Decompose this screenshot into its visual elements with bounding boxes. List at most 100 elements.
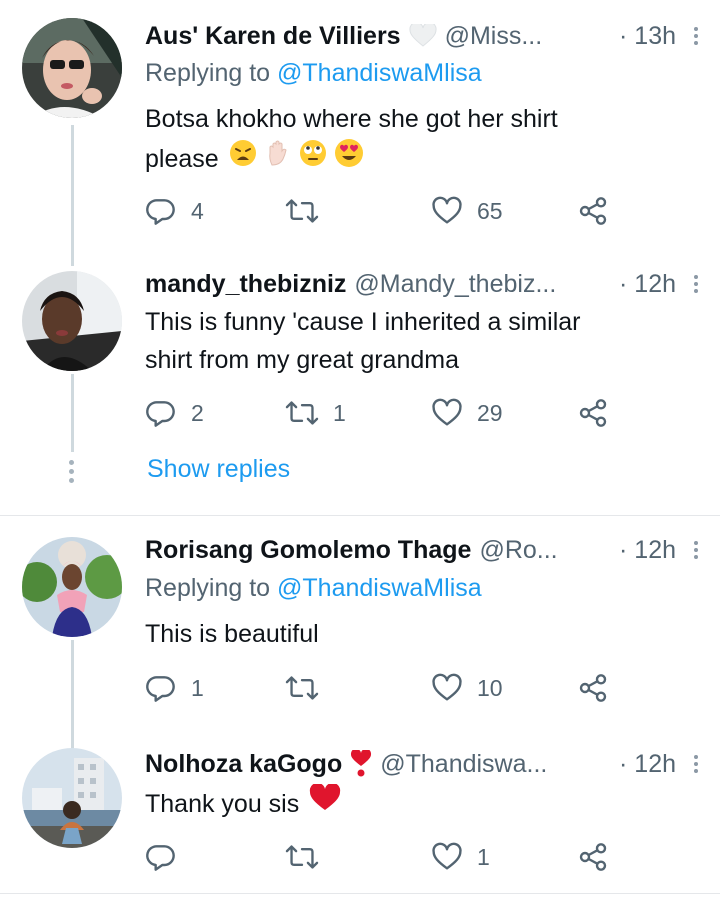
tweet-header: Aus' Karen de Villiers @Miss... · 13h <box>145 19 698 53</box>
like-count: 65 <box>477 197 503 224</box>
share-icon <box>579 674 607 702</box>
tweet-text-line: Botsa khokho where she got her shirt <box>145 105 558 133</box>
avatar[interactable] <box>22 537 122 637</box>
display-name[interactable]: Rorisang Gomolemo Thage <box>145 536 471 565</box>
timestamp[interactable]: · 12h <box>619 750 676 779</box>
tweet-header: Nolhoza kaGogo @Thandiswa... · 12h <box>145 747 698 781</box>
retweet-icon <box>285 845 319 869</box>
reply-count: 2 <box>191 399 204 426</box>
tweet-text-line: This is funny 'cause I inherited a simil… <box>145 308 581 336</box>
retweet-button[interactable] <box>285 191 333 231</box>
like-icon <box>432 673 462 701</box>
like-icon <box>432 842 462 870</box>
thread-divider <box>0 893 720 894</box>
reply-icon <box>146 676 175 702</box>
red-heart-icon <box>309 782 341 823</box>
retweet-icon <box>285 199 319 223</box>
timestamp[interactable]: · 12h <box>619 536 676 565</box>
share-button[interactable] <box>577 668 609 708</box>
retweet-icon <box>285 401 319 425</box>
tweet-text-line: please <box>145 144 219 173</box>
display-name[interactable]: Nolhoza kaGogo <box>145 750 342 779</box>
reply-icon <box>146 845 175 871</box>
share-button[interactable] <box>577 393 609 433</box>
like-button[interactable]: 29 <box>431 393 503 433</box>
reply-button[interactable] <box>145 837 191 877</box>
tweet-actions: 4 65 <box>145 191 615 231</box>
like-button[interactable]: 1 <box>431 837 490 877</box>
replying-to-label: Replying to <box>145 59 278 87</box>
avatar[interactable] <box>22 748 122 848</box>
tweet-text: Botsa khokho where she got her shirt ple… <box>145 100 690 179</box>
share-icon <box>579 197 607 225</box>
replying-to: Replying to @ThandiswaMlisa <box>145 574 482 603</box>
user-handle[interactable]: @Thandiswa... <box>380 750 547 779</box>
tweet-actions: 2 1 29 <box>145 393 615 433</box>
mention-link[interactable]: @ThandiswaMlisa <box>277 574 482 602</box>
retweet-button[interactable] <box>285 837 333 877</box>
more-options-icon[interactable] <box>694 755 698 773</box>
display-name[interactable]: mandy_thebizniz <box>145 270 346 299</box>
more-options-icon[interactable] <box>694 275 698 293</box>
weary-face-icon <box>229 139 257 178</box>
avatar[interactable] <box>22 271 122 371</box>
like-count: 1 <box>477 843 490 870</box>
retweet-icon <box>285 676 319 700</box>
thread-line <box>71 374 74 452</box>
reply-button[interactable]: 1 <box>145 668 204 708</box>
user-handle[interactable]: @Miss... <box>445 22 543 51</box>
share-icon <box>579 399 607 427</box>
reply-button[interactable]: 2 <box>145 393 204 433</box>
share-button[interactable] <box>577 837 609 877</box>
user-handle[interactable]: @Ro... <box>479 536 557 565</box>
reply-count: 4 <box>191 197 204 224</box>
tweet-header: mandy_thebizniz @Mandy_thebiz... · 12h <box>145 267 698 301</box>
heart-eyes-icon <box>334 138 364 179</box>
timestamp[interactable]: · 13h <box>619 22 676 51</box>
white-heart-icon <box>409 24 437 48</box>
tweet-text-line: shirt from my great grandma <box>145 346 459 374</box>
like-count: 29 <box>477 399 503 426</box>
thread-line <box>71 640 74 752</box>
display-name[interactable]: Aus' Karen de Villiers <box>145 22 401 51</box>
tweet[interactable]: Aus' Karen de Villiers @Miss... · 13h Re… <box>0 0 720 266</box>
face-with-rolling-eyes-icon <box>299 139 327 178</box>
tweet[interactable]: Rorisang Gomolemo Thage @Ro... · 12h Rep… <box>0 516 720 752</box>
reply-icon <box>146 401 175 427</box>
retweet-button[interactable]: 1 <box>285 393 346 433</box>
like-icon <box>432 196 462 224</box>
tweet-text: Thank you sis <box>145 782 690 823</box>
like-count: 10 <box>477 674 503 701</box>
more-replies-indicator <box>69 460 74 483</box>
tweet-header: Rorisang Gomolemo Thage @Ro... · 12h <box>145 533 698 567</box>
like-button[interactable]: 10 <box>431 668 503 708</box>
tweet[interactable]: Nolhoza kaGogo @Thandiswa... · 12h Thank… <box>0 740 720 890</box>
replying-to: Replying to @ThandiswaMlisa <box>145 59 482 88</box>
tweet[interactable]: mandy_thebizniz @Mandy_thebiz... · 12h T… <box>0 250 720 515</box>
tweet-text-line: This is beautiful <box>145 620 319 648</box>
thread-line <box>71 125 74 266</box>
heavy-exclamation-heart-icon <box>350 750 372 778</box>
reply-count: 1 <box>191 674 204 701</box>
mention-link[interactable]: @ThandiswaMlisa <box>277 59 482 87</box>
tweet-actions: 1 <box>145 837 615 877</box>
reply-icon <box>146 199 175 225</box>
tweet-text: This is funny 'cause I inherited a simil… <box>145 303 690 379</box>
raised-hand-light-icon <box>264 139 292 178</box>
show-replies-link[interactable]: Show replies <box>147 455 290 484</box>
share-button[interactable] <box>577 191 609 231</box>
more-options-icon[interactable] <box>694 541 698 559</box>
retweet-count: 1 <box>333 399 346 426</box>
timestamp[interactable]: · 12h <box>619 270 676 299</box>
tweet-text-line: Thank you sis <box>145 789 300 818</box>
tweet-text: This is beautiful <box>145 615 690 653</box>
like-icon <box>432 398 462 426</box>
more-options-icon[interactable] <box>694 27 698 45</box>
user-handle[interactable]: @Mandy_thebiz... <box>354 270 556 299</box>
reply-button[interactable]: 4 <box>145 191 204 231</box>
tweet-actions: 1 10 <box>145 668 615 708</box>
replying-to-label: Replying to <box>145 574 278 602</box>
like-button[interactable]: 65 <box>431 191 503 231</box>
retweet-button[interactable] <box>285 668 333 708</box>
avatar[interactable] <box>22 18 122 118</box>
